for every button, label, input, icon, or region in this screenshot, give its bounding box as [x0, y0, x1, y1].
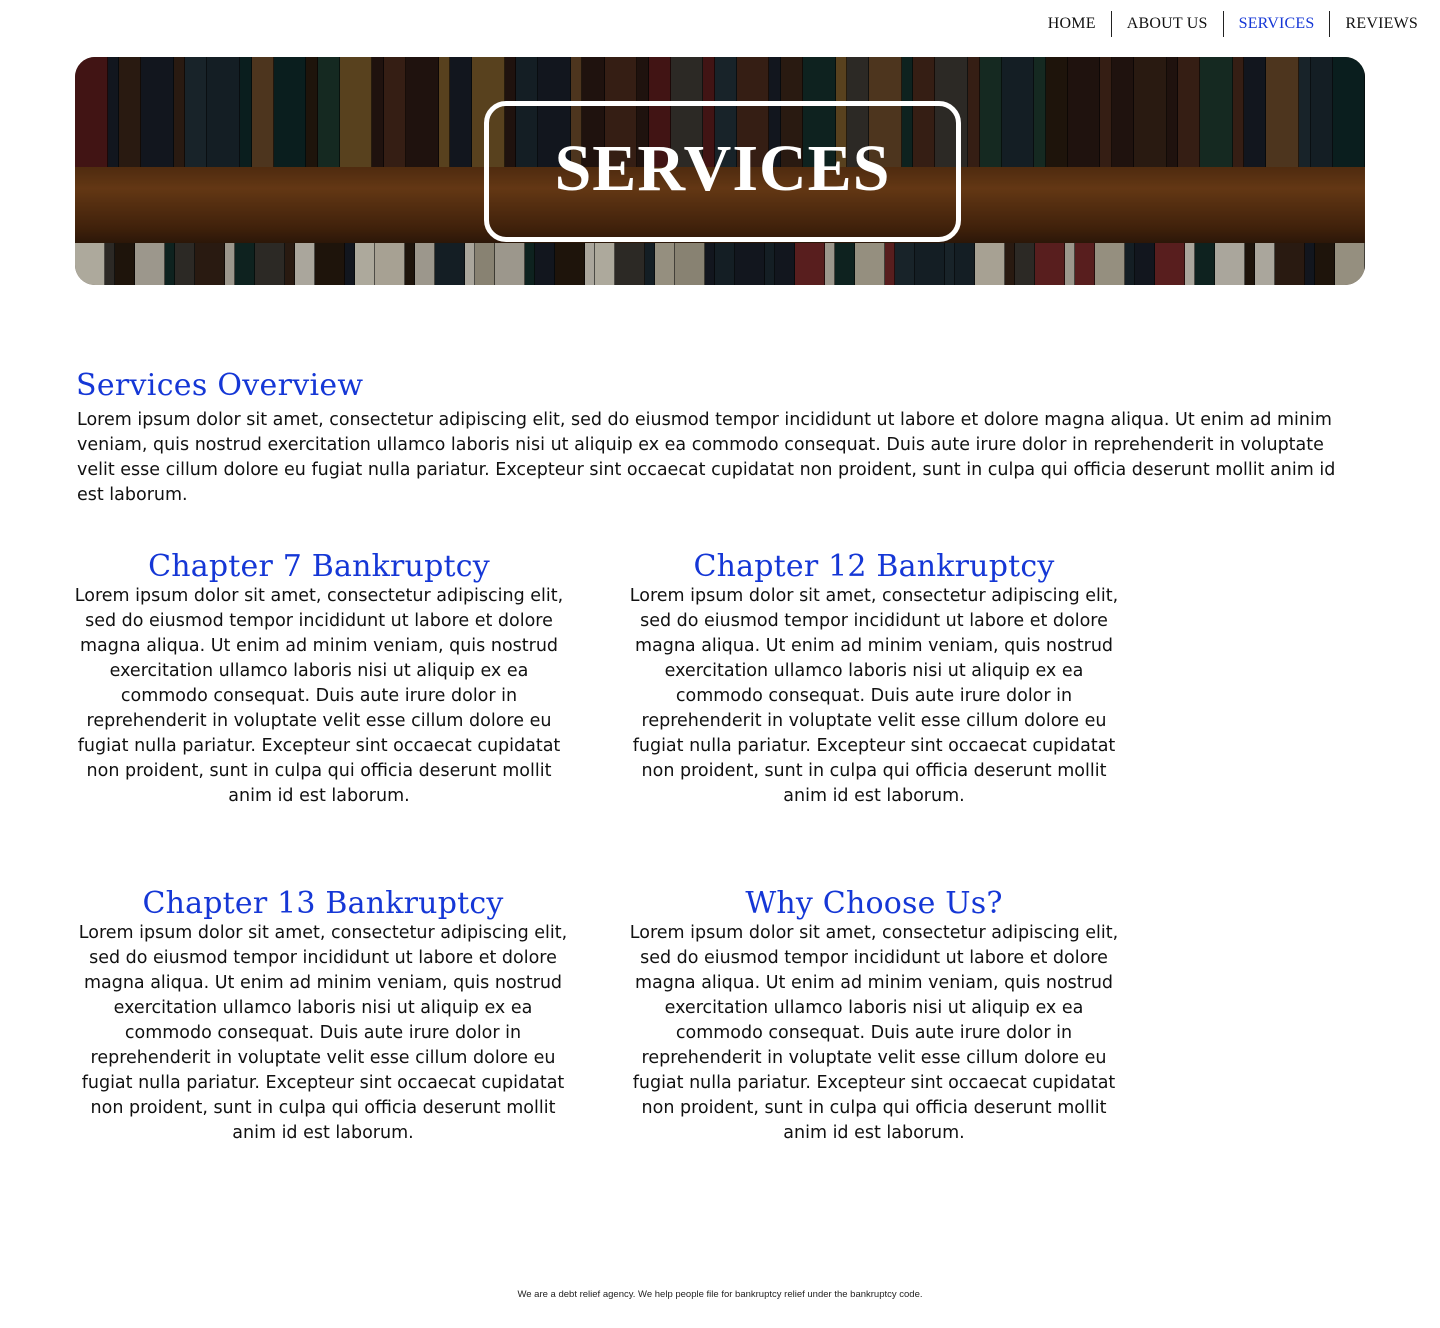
overview-text: Lorem ipsum dolor sit amet, consectetur … — [77, 410, 1336, 505]
service-card-chapter-12: Chapter 12 Bankruptcy Lorem ipsum dolor … — [629, 550, 1119, 809]
service-text: Lorem ipsum dolor sit amet, consectetur … — [629, 923, 1119, 1143]
hero-title-frame: SERVICES — [484, 101, 961, 242]
service-heading: Chapter 13 Bankruptcy — [142, 886, 504, 921]
top-nav: HOME ABOUT US SERVICES REVIEWS — [1033, 11, 1418, 37]
page-title: SERVICES — [554, 131, 891, 205]
service-text: Lorem ipsum dolor sit amet, consectetur … — [629, 586, 1119, 806]
hero-banner: SERVICES — [75, 57, 1365, 285]
service-heading: Why Choose Us? — [745, 886, 1003, 921]
overview-heading: Services Overview — [76, 368, 364, 403]
nav-reviews-link[interactable]: REVIEWS — [1330, 12, 1418, 36]
service-card-why-choose-us: Why Choose Us? Lorem ipsum dolor sit ame… — [629, 887, 1119, 1146]
nav-services-link[interactable]: SERVICES — [1224, 12, 1330, 36]
service-heading: Chapter 7 Bankruptcy — [148, 549, 490, 584]
service-text: Lorem ipsum dolor sit amet, consectetur … — [78, 923, 568, 1143]
service-heading: Chapter 12 Bankruptcy — [693, 549, 1055, 584]
service-text: Lorem ipsum dolor sit amet, consectetur … — [74, 586, 564, 806]
service-card-chapter-7: Chapter 7 Bankruptcy Lorem ipsum dolor s… — [74, 550, 564, 809]
nav-home-link[interactable]: HOME — [1033, 12, 1111, 36]
service-card-chapter-13: Chapter 13 Bankruptcy Lorem ipsum dolor … — [78, 887, 568, 1146]
nav-about-link[interactable]: ABOUT US — [1112, 12, 1223, 36]
footer-disclaimer: We are a debt relief agency. We help peo… — [517, 1289, 923, 1300]
